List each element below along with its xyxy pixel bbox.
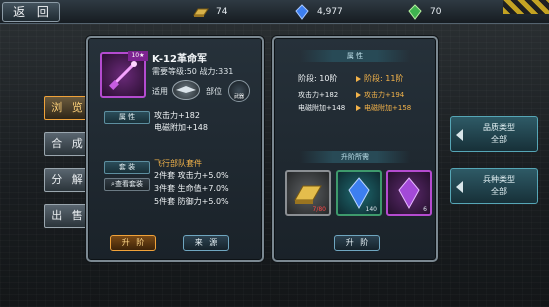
green-crystal-icon <box>408 4 422 20</box>
source-button[interactable]: 来 源 <box>183 235 229 251</box>
upgrade-panel <box>272 36 438 262</box>
unit-type-filter-label: 兵种类型 <box>483 175 515 184</box>
resource-gold: 74 <box>192 3 227 21</box>
set-bonus-2: 2件套 攻击力+5.0% <box>154 171 229 180</box>
hazard-stripe <box>503 0 549 14</box>
attribute-section-title: 属 性 <box>300 50 410 62</box>
attack-next: 攻击力+194 <box>364 91 405 99</box>
set-tag: 套 装 <box>104 161 150 174</box>
quality-filter-value: 全部 <box>491 135 507 144</box>
gold-count: 74 <box>216 7 228 17</box>
arrow-right-icon <box>356 76 361 82</box>
arrow-right-icon <box>356 105 361 111</box>
emp-next: 电磁附加+158 <box>364 104 412 112</box>
item-level-badge: 10★ <box>128 51 148 61</box>
blue-crystal-icon <box>295 4 309 20</box>
green-crystal-count: 70 <box>430 7 442 17</box>
quality-filter[interactable]: 品质类型 全部 <box>450 116 538 152</box>
view-set-label: 查看套装 <box>114 180 143 188</box>
material-blue-crystal[interactable]: 140 <box>336 170 382 216</box>
chevron-left-icon <box>456 129 463 141</box>
item-requirement: 需要等级:50 战力:331 <box>152 67 234 76</box>
top-bar <box>0 0 549 24</box>
material-gold[interactable]: 7/80 <box>285 170 331 216</box>
unit-type-filter-value: 全部 <box>491 187 507 196</box>
tab-sell[interactable]: 出 售 <box>44 204 90 228</box>
stage-current: 阶段: 10阶 <box>298 74 338 83</box>
attack-stat: 攻击力+182 <box>154 111 200 120</box>
view-set-button[interactable]: ⌕查看套装 <box>104 178 150 191</box>
chevron-left-icon <box>456 181 463 193</box>
blue-crystal-count: 4,977 <box>317 7 343 17</box>
item-name: K-12革命军 <box>152 54 207 65</box>
attack-current: 攻击力+182 <box>298 91 339 99</box>
tab-browse[interactable]: 浏 览 <box>44 96 90 120</box>
emp-current: 电磁附加+148 <box>298 104 346 112</box>
material-count: 7/80 <box>312 206 326 213</box>
material-count: 6 <box>423 206 427 213</box>
aircraft-icon <box>172 80 200 100</box>
part-label: 部位 <box>206 87 222 96</box>
tab-decompose[interactable]: 分 解 <box>44 168 90 192</box>
resource-green-crystal: 70 <box>406 3 441 21</box>
material-purple-crystal[interactable]: 6 <box>386 170 432 216</box>
unit-type-filter[interactable]: 兵种类型 全部 <box>450 168 538 204</box>
resource-blue-crystal: 4,977 <box>293 3 343 21</box>
part-icon-text: 武器 <box>233 94 244 100</box>
weapon-slot-icon: 武器 <box>228 80 250 102</box>
material-count: 140 <box>365 206 377 213</box>
back-button[interactable]: 返 回 <box>2 2 60 22</box>
confirm-upgrade-button[interactable]: 升 阶 <box>334 235 380 251</box>
set-bonus-3: 3件套 生命值+7.0% <box>154 184 229 193</box>
emp-stat: 电磁附加+148 <box>154 123 208 132</box>
upgrade-requirement-title: 升阶所需 <box>300 151 410 163</box>
set-name: 飞行部队套件 <box>154 159 202 168</box>
attribute-tag: 属 性 <box>104 111 150 124</box>
quality-filter-label: 品质类型 <box>483 123 515 132</box>
upgrade-button[interactable]: 升 阶 <box>110 235 156 251</box>
set-bonus-5: 5件套 防御力+5.0% <box>154 197 229 206</box>
tab-synthesize[interactable]: 合 成 <box>44 132 90 156</box>
gold-bar-icon <box>193 8 209 17</box>
stage-next: 阶段: 11阶 <box>364 74 404 83</box>
fit-label: 适用 <box>152 87 168 96</box>
arrow-right-icon <box>356 92 361 98</box>
